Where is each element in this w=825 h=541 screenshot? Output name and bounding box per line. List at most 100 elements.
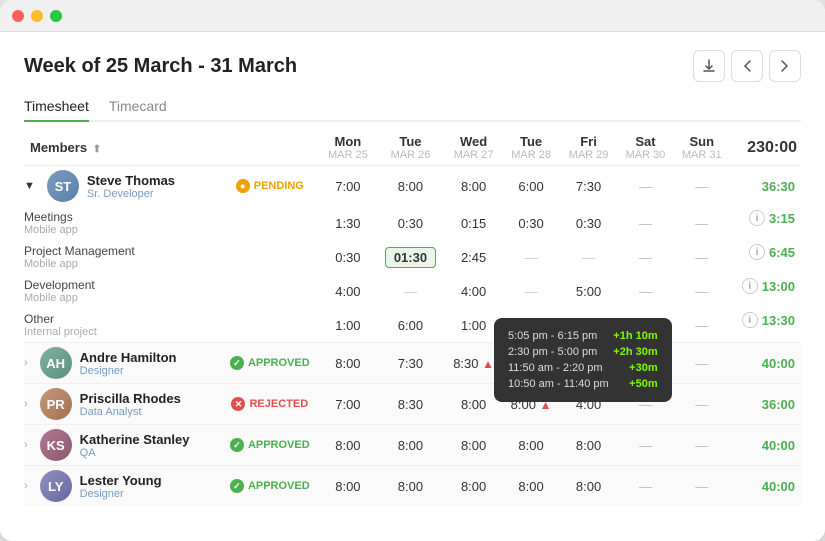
pm-sat: — xyxy=(617,240,673,274)
member-name-andre: Andre Hamilton xyxy=(80,350,177,365)
pm-tue: 01:30 xyxy=(376,240,445,274)
lester-sat: — xyxy=(617,466,673,507)
member-row: › KS Katherine Stanley QA ✓ xyxy=(24,425,801,466)
pm-tue28: — xyxy=(502,240,559,274)
tab-timesheet[interactable]: Timesheet xyxy=(24,92,89,122)
expand-button-steve[interactable]: ▼ xyxy=(24,180,35,192)
task-name-dev: Development xyxy=(24,278,214,292)
task-name-pm: Project Management xyxy=(24,244,214,258)
meetings-sun: — xyxy=(674,206,730,240)
task-sub-dev: Mobile app xyxy=(24,292,214,304)
member-role-andre: Designer xyxy=(80,365,177,377)
pm-mon: 0:30 xyxy=(320,240,376,274)
tue28-header: TueMAR 28 xyxy=(502,130,559,166)
tab-bar: Timesheet Timecard xyxy=(24,92,801,122)
status-cell-lester: ✓ APPROVED xyxy=(220,466,320,507)
other-mon: 1:00 xyxy=(320,308,376,343)
katherine-tue28: 8:00 xyxy=(502,425,559,466)
member-name-steve: Steve Thomas xyxy=(87,173,175,188)
titlebar xyxy=(0,0,825,32)
minimize-button[interactable] xyxy=(31,10,43,22)
steve-sat: — xyxy=(617,166,673,207)
member-row: ▼ ST Steve Thomas Sr. Developer ● xyxy=(24,166,801,207)
priscilla-mon: 7:00 xyxy=(320,384,376,425)
dev-fri: 5:00 xyxy=(560,274,617,308)
lester-mon: 8:00 xyxy=(320,466,376,507)
member-row: › PR Priscilla Rhodes Data Analyst ✕ xyxy=(24,384,801,425)
app-window: Week of 25 March - 31 March xyxy=(0,0,825,541)
task-row: Development Mobile app 4:00 — 4:00 — 5:0… xyxy=(24,274,801,308)
meetings-mon: 1:30 xyxy=(320,206,376,240)
katherine-fri: 8:00 xyxy=(560,425,617,466)
member-cell-andre: › AH Andre Hamilton Designer xyxy=(24,343,220,384)
approved-dot-andre: ✓ xyxy=(230,356,244,370)
priscilla-tue: 8:30 xyxy=(376,384,445,425)
expand-button-andre[interactable]: › xyxy=(24,357,28,369)
status-badge-priscilla: ✕ REJECTED xyxy=(231,395,308,413)
tab-timecard[interactable]: Timecard xyxy=(109,92,167,122)
pm-sun: — xyxy=(674,240,730,274)
info-icon-meetings[interactable]: i xyxy=(749,210,765,226)
member-cell-lester: › LY Lester Young Designer xyxy=(24,466,220,507)
andre-mon: 8:00 xyxy=(320,343,376,384)
status-badge-lester: ✓ APPROVED xyxy=(230,477,310,495)
tooltip-row-3: 11:50 am - 2:20 pm +30m xyxy=(508,360,658,376)
total-header: 230:00 xyxy=(730,130,801,166)
member-role-katherine: QA xyxy=(80,447,190,459)
pending-dot: ● xyxy=(236,179,250,193)
meetings-tue: 0:30 xyxy=(376,206,445,240)
task-other-cell: Other Internal project xyxy=(24,308,220,343)
dev-total: i 13:00 xyxy=(730,274,801,298)
meetings-total: i 3:15 xyxy=(730,206,801,230)
prev-button[interactable] xyxy=(731,50,763,82)
pm-total: i 6:45 xyxy=(730,240,801,264)
pm-fri: — xyxy=(560,240,617,274)
steve-wed: 8:00 xyxy=(445,166,502,207)
lester-tue28: 8:00 xyxy=(502,466,559,507)
task-name-other: Other xyxy=(24,312,214,326)
time-tooltip: 5:05 pm - 6:15 pm +1h 10m 2:30 pm - 5:00… xyxy=(494,318,672,402)
katherine-sat: — xyxy=(617,425,673,466)
week-title: Week of 25 March - 31 March xyxy=(24,55,297,78)
priscilla-sun: — xyxy=(674,384,730,425)
wed-header: WedMAR 27 xyxy=(445,130,502,166)
info-icon-pm[interactable]: i xyxy=(749,244,765,260)
tooltip-delta-4: +50m xyxy=(629,378,657,390)
member-name-katherine: Katherine Stanley xyxy=(80,432,190,447)
rejected-dot-priscilla: ✕ xyxy=(231,397,245,411)
steve-tue: 8:00 xyxy=(376,166,445,207)
approved-dot-lester: ✓ xyxy=(230,479,244,493)
meetings-wed: 0:15 xyxy=(445,206,502,240)
task-sub-other: Internal project xyxy=(24,326,214,338)
member-role-steve: Sr. Developer xyxy=(87,188,175,200)
tooltip-row-2: 2:30 pm - 5:00 pm +2h 30m xyxy=(508,344,658,360)
close-button[interactable] xyxy=(12,10,24,22)
sort-icon[interactable]: ⬆ xyxy=(93,144,101,155)
pm-wed: 2:45 xyxy=(445,240,502,274)
chevron-left-icon xyxy=(743,60,751,72)
avatar-katherine: KS xyxy=(40,429,72,461)
other-sun: — xyxy=(674,308,730,343)
avatar-priscilla: PR xyxy=(40,388,72,420)
download-button[interactable] xyxy=(693,50,725,82)
lester-fri: 8:00 xyxy=(560,466,617,507)
task-dev-cell: Development Mobile app xyxy=(24,274,220,308)
member-row: › LY Lester Young Designer ✓ xyxy=(24,466,801,507)
task-meetings-cell: Meetings Mobile app xyxy=(24,206,220,240)
mon-header: MonMAR 25 xyxy=(320,130,376,166)
expand-button-lester[interactable]: › xyxy=(24,480,28,492)
expand-button-priscilla[interactable]: › xyxy=(24,398,28,410)
info-icon-dev[interactable]: i xyxy=(742,278,758,294)
katherine-tue: 8:00 xyxy=(376,425,445,466)
expand-button-katherine[interactable]: › xyxy=(24,439,28,451)
katherine-wed: 8:00 xyxy=(445,425,502,466)
tue26-header: TueMAR 26 xyxy=(376,130,445,166)
next-button[interactable] xyxy=(769,50,801,82)
task-row: Other Internal project 1:00 6:00 1:00 5:… xyxy=(24,308,801,343)
tooltip-delta-2: +2h 30m xyxy=(613,346,657,358)
lester-tue: 8:00 xyxy=(376,466,445,507)
info-icon-other[interactable]: i xyxy=(742,312,758,328)
member-role-priscilla: Data Analyst xyxy=(80,406,181,418)
maximize-button[interactable] xyxy=(50,10,62,22)
meetings-fri: 0:30 xyxy=(560,206,617,240)
